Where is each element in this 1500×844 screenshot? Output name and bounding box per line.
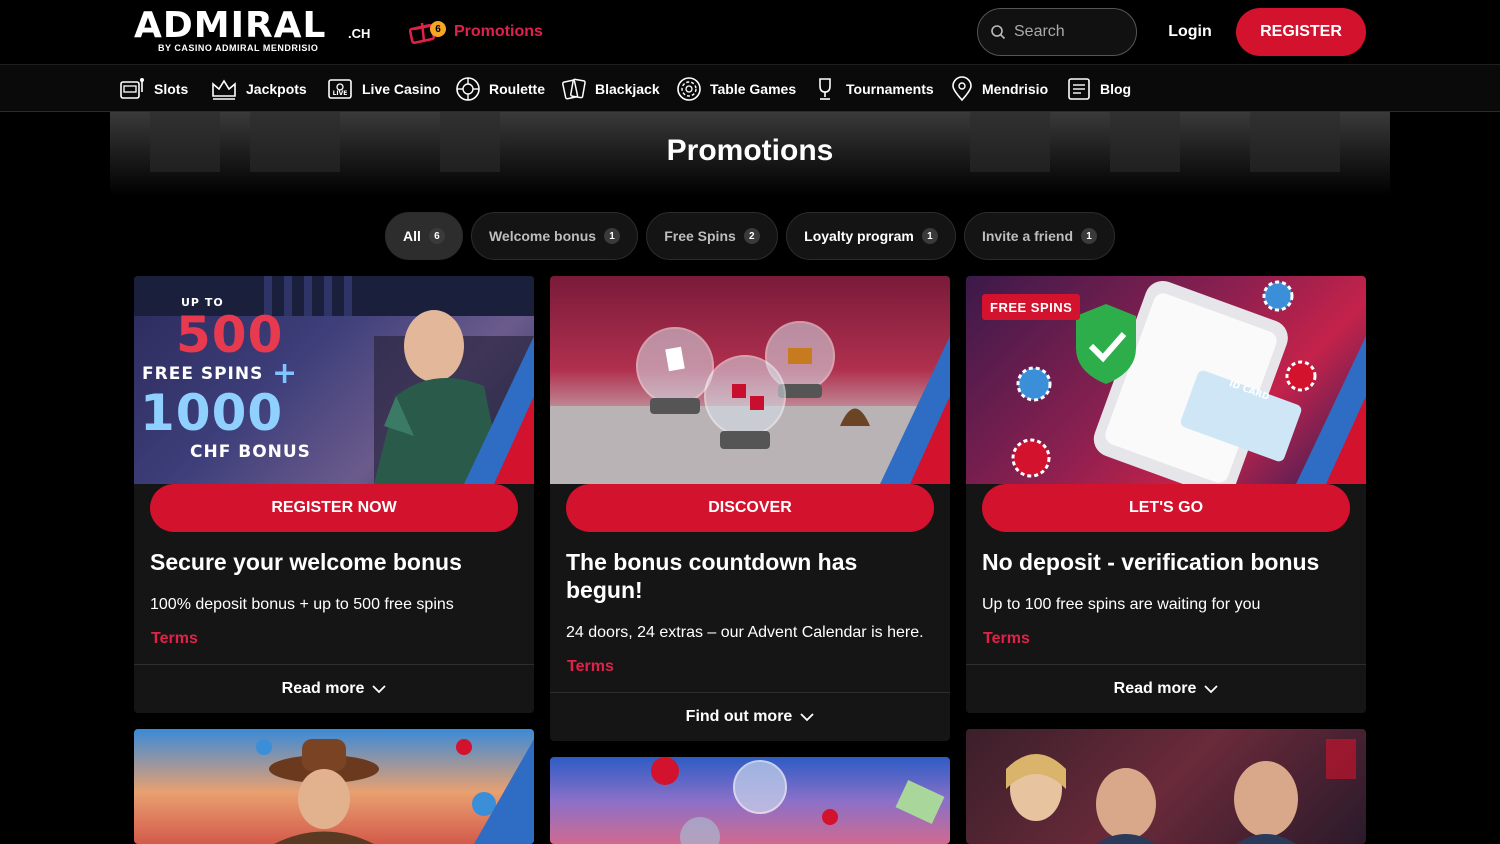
welcome-bonus-banner[interactable]: UP TO 500 FREE SPINS + 1000 CHF BONUS <box>134 276 534 484</box>
page-title: Promotions <box>666 134 834 167</box>
filter-label: Free Spins <box>664 228 736 244</box>
verification-bonus-banner[interactable]: FREE SPINS ID CARD <box>966 276 1366 484</box>
nav-item-mendrisio[interactable]: Mendrisio <box>950 75 1048 103</box>
filter-count: 1 <box>1081 228 1098 244</box>
promo-card-row2-3 <box>966 729 1366 844</box>
nav-label: Jackpots <box>246 81 307 97</box>
svg-text:LIVE: LIVE <box>333 90 348 97</box>
promotions-label: Promotions <box>454 23 543 40</box>
filter-count: 2 <box>743 228 760 244</box>
card-title: No deposit - verification bonus <box>982 549 1320 575</box>
read-more-button[interactable]: Read more <box>966 664 1366 712</box>
register-now-button[interactable]: REGISTER NOW <box>150 484 518 532</box>
nav-item-slots[interactable]: Slots <box>118 75 188 103</box>
chevron-down-icon <box>1204 684 1218 693</box>
promo-card-row2-1 <box>134 729 534 844</box>
card-description: 100% deposit bonus + up to 500 free spin… <box>150 596 454 613</box>
filter-label: Welcome bonus <box>488 228 597 244</box>
terms-link[interactable]: Terms <box>983 630 1030 648</box>
nav-item-blog[interactable]: Blog <box>1066 75 1131 103</box>
footer-label: Read more <box>1113 679 1197 697</box>
promo-banner-adventurer[interactable] <box>134 729 534 844</box>
filter-welcome-bonus[interactable]: Welcome bonus 1 <box>471 212 638 260</box>
search-box[interactable] <box>977 8 1137 56</box>
gift-icon: 6 <box>408 17 448 47</box>
card-description: 24 doors, 24 extras – our Advent Calenda… <box>566 624 924 641</box>
free-spins-tag: FREE SPINS <box>982 294 1081 320</box>
search-input[interactable] <box>1014 23 1124 41</box>
nav-label: Live Casino <box>362 81 441 97</box>
nav-label: Roulette <box>489 81 545 97</box>
document-icon <box>1068 78 1090 100</box>
promo-card-row2-2 <box>550 757 950 844</box>
search-icon <box>991 25 1006 40</box>
banner-bonus-label: CHF BONUS <box>190 442 311 462</box>
nav-label: Blackjack <box>595 81 660 97</box>
footer-label: Find out more <box>685 707 793 725</box>
read-more-button[interactable]: Read more <box>134 664 534 712</box>
promo-banner-chips[interactable] <box>550 757 950 844</box>
nav-item-table-games[interactable]: Table Games <box>676 75 796 103</box>
terms-link[interactable]: Terms <box>151 630 198 648</box>
filter-loyalty-program[interactable]: Loyalty program 1 <box>786 212 956 260</box>
lets-go-button[interactable]: LET'S GO <box>982 484 1350 532</box>
nav-item-jackpots[interactable]: Jackpots <box>210 75 307 103</box>
cards-icon <box>561 78 586 100</box>
footer-label: Read more <box>281 679 365 697</box>
crown-icon <box>212 79 236 100</box>
nav-item-tournaments[interactable]: Tournaments <box>812 75 934 103</box>
nav-label: Slots <box>154 81 189 97</box>
top-header: ADMIRAL .CH BY CASINO ADMIRAL MENDRISIO … <box>0 0 1500 64</box>
location-pin-icon <box>952 76 972 102</box>
chip-icon <box>677 77 701 101</box>
discover-button[interactable]: DISCOVER <box>566 484 934 532</box>
admiral-logo[interactable]: ADMIRAL .CH BY CASINO ADMIRAL MENDRISIO <box>134 8 384 58</box>
category-nav: Slots Jackpots LIVE Live Casino Roulette… <box>0 64 1500 112</box>
nav-label: Tournaments <box>846 81 934 97</box>
promotions-link[interactable]: 6 Promotions <box>408 16 543 48</box>
find-out-more-button[interactable]: Find out more <box>550 692 950 740</box>
promo-card-advent-calendar: DISCOVER The bonus countdown has begun! … <box>550 276 950 741</box>
nav-label: Table Games <box>710 81 797 97</box>
filter-count: 1 <box>604 228 621 244</box>
logo-wordmark: ADMIRAL <box>134 5 327 46</box>
page-hero: Promotions <box>110 112 1390 196</box>
promo-card-verification-bonus: FREE SPINS ID CARD LET'S GO No deposit -… <box>966 276 1366 713</box>
nav-item-roulette[interactable]: Roulette <box>455 75 545 103</box>
filter-count: 6 <box>428 228 445 244</box>
filter-count: 1 <box>921 228 938 244</box>
trophy-icon <box>819 78 831 100</box>
nav-item-blackjack[interactable]: Blackjack <box>561 75 660 103</box>
card-description: Up to 100 free spins are waiting for you <box>982 596 1261 613</box>
filter-invite-a-friend[interactable]: Invite a friend 1 <box>964 212 1115 260</box>
chevron-down-icon <box>372 684 386 693</box>
nav-item-live-casino[interactable]: LIVE Live Casino <box>326 75 441 103</box>
logo-subtitle: BY CASINO ADMIRAL MENDRISIO <box>158 43 319 53</box>
advent-calendar-banner[interactable] <box>550 276 950 484</box>
filter-label: Loyalty program <box>804 228 914 244</box>
logo-domain: .CH <box>348 26 371 41</box>
filter-label: Invite a friend <box>981 228 1074 244</box>
promotions-count-badge: 6 <box>430 21 446 37</box>
banner-spins-label: FREE SPINS <box>142 364 264 384</box>
filter-label: All <box>403 228 421 244</box>
main-content: Promotions All 6 Welcome bonus 1 Free Sp… <box>110 112 1390 844</box>
nav-label: Blog <box>1100 81 1132 97</box>
promo-banner-celebration[interactable] <box>966 729 1366 844</box>
slot-machine-icon <box>120 78 144 99</box>
register-button[interactable]: REGISTER <box>1236 8 1366 56</box>
card-title: The bonus countdown has begun! <box>566 549 858 603</box>
banner-bonus-number: 1000 <box>140 384 284 442</box>
nav-label: Mendrisio <box>982 81 1049 97</box>
login-button[interactable]: Login <box>1160 16 1220 48</box>
live-casino-icon: LIVE <box>328 79 352 99</box>
promo-card-welcome-bonus: UP TO 500 FREE SPINS + 1000 CHF BONUS RE… <box>134 276 534 713</box>
roulette-icon <box>456 77 480 101</box>
banner-spins-number: 500 <box>176 306 284 364</box>
terms-link[interactable]: Terms <box>567 658 614 676</box>
chevron-down-icon <box>800 712 814 721</box>
card-title: Secure your welcome bonus <box>150 549 462 575</box>
filter-all[interactable]: All 6 <box>385 212 463 260</box>
filter-free-spins[interactable]: Free Spins 2 <box>646 212 778 260</box>
